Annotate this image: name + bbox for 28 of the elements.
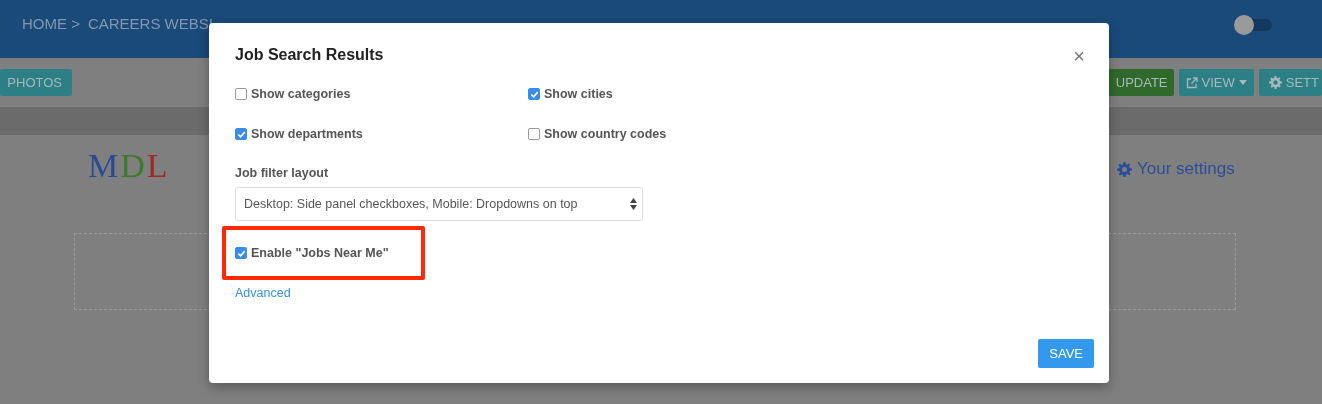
breadcrumb-item[interactable]: HOME > bbox=[22, 14, 80, 32]
checkbox[interactable] bbox=[235, 88, 247, 100]
checkbox-label: Enable "Jobs Near Me" bbox=[251, 246, 389, 260]
layout-select[interactable]: Desktop: Side panel checkboxes, Mobile: Dropdowns on top bbox=[235, 187, 643, 221]
checkbox-label: Show departments bbox=[251, 127, 363, 141]
gear-icon bbox=[1117, 161, 1132, 177]
external-link-icon bbox=[1185, 76, 1198, 89]
checkbox-label: Show cities bbox=[544, 87, 613, 101]
checkbox[interactable] bbox=[235, 247, 247, 259]
checkbox[interactable] bbox=[528, 128, 540, 140]
photos-button[interactable]: PHOTOS bbox=[0, 69, 72, 96]
checkbox-label: Show country codes bbox=[544, 127, 667, 141]
gear-icon bbox=[1268, 76, 1282, 89]
advanced-link[interactable]: Advanced bbox=[235, 286, 291, 300]
close-button[interactable]: × bbox=[1073, 45, 1085, 68]
updown-arrows-icon bbox=[630, 198, 637, 210]
logo: MDL bbox=[88, 147, 170, 185]
settings-link[interactable]: Your settings bbox=[1117, 159, 1235, 179]
caret-icon bbox=[1238, 80, 1247, 85]
checkbox-label: Show categories bbox=[251, 87, 351, 101]
field-label: Job filter layout bbox=[235, 166, 330, 180]
checkbox[interactable] bbox=[528, 88, 540, 100]
dialog-title: Job Search Results bbox=[235, 46, 384, 64]
save-button[interactable]: SAVE bbox=[1038, 339, 1094, 368]
toggle-switch[interactable] bbox=[1234, 15, 1272, 35]
toolbar-button[interactable]: VIEW bbox=[1178, 69, 1254, 96]
checkbox[interactable] bbox=[235, 128, 247, 140]
toolbar-button[interactable]: SETT bbox=[1258, 69, 1322, 96]
